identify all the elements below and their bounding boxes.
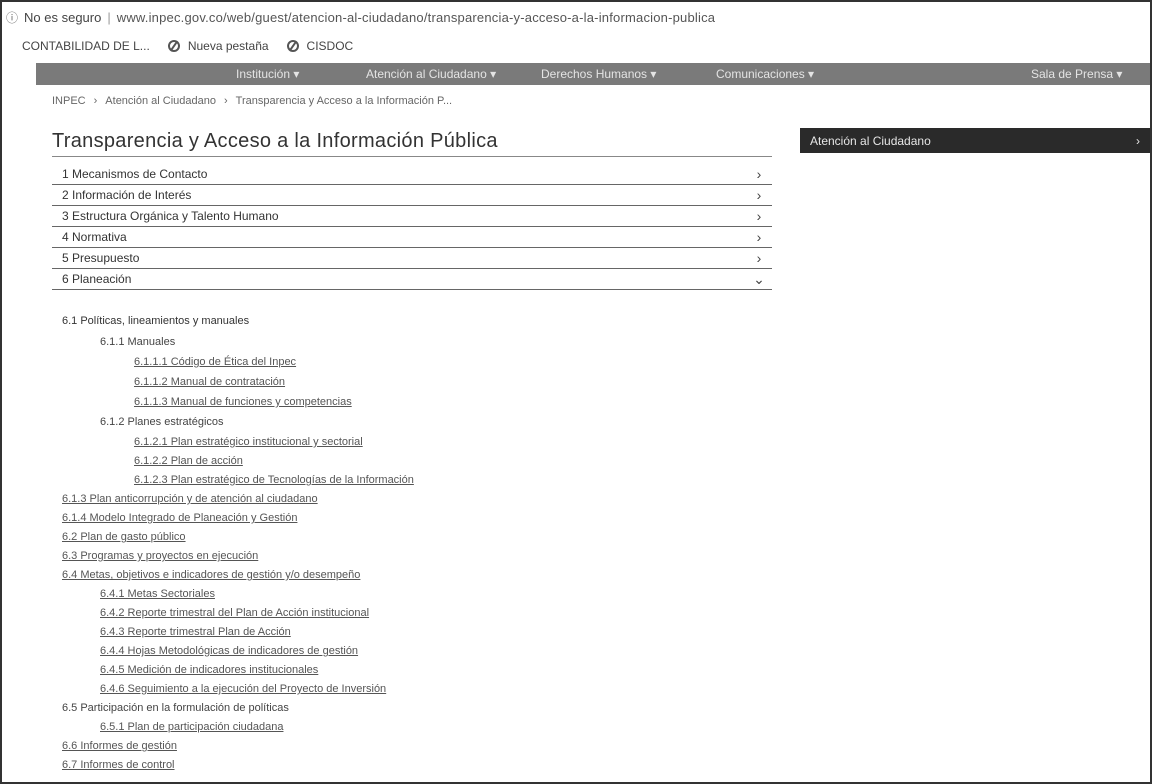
title-divider	[52, 156, 772, 157]
accordion-item-estructura[interactable]: 3 Estructura Orgánica y Talento Humano ›	[52, 206, 772, 227]
nav-item-comunicaciones[interactable]: Comunicaciones ▾	[716, 67, 814, 81]
accordion-label: 5 Presupuesto	[62, 251, 140, 265]
accordion-label: 4 Normativa	[62, 230, 127, 244]
tree-item[interactable]: 6.3 Programas y proyectos en ejecución	[62, 549, 258, 563]
breadcrumb-item[interactable]: INPEC	[52, 95, 86, 107]
accordion-item-presupuesto[interactable]: 5 Presupuesto ›	[52, 248, 772, 269]
accordion-item-planeacion[interactable]: 6 Planeación ⌄	[52, 269, 772, 290]
tree-item[interactable]: 6.5.1 Plan de participación ciudadana	[100, 720, 283, 734]
tree-item[interactable]: 6.1.3 Plan anticorrupción y de atención …	[62, 492, 318, 506]
info-icon[interactable]: ⓘ	[6, 9, 18, 26]
tree-item[interactable]: 6.1.2.3 Plan estratégico de Tecnologías …	[134, 473, 414, 487]
address-bar[interactable]: ⓘ No es seguro | www.inpec.gov.co/web/gu…	[4, 4, 1150, 30]
chevron-right-icon: ›	[756, 250, 762, 266]
chevron-right-icon: ›	[756, 208, 762, 224]
accordion-label: 6 Planeación	[62, 272, 132, 286]
accordion-item-informacion-interes[interactable]: 2 Información de Interés ›	[52, 185, 772, 206]
globe-icon	[167, 40, 180, 52]
nav-item-derechos-humanos[interactable]: Derechos Humanos ▾	[541, 67, 656, 81]
tree-item[interactable]: 6.1.1.2 Manual de contratación	[134, 375, 285, 389]
chevron-right-icon: ›	[756, 187, 762, 203]
accordion-label: 1 Mecanismos de Contacto	[62, 167, 208, 181]
tree-item[interactable]: 6.4.1 Metas Sectoriales	[100, 587, 215, 601]
accordion-item-mecanismos[interactable]: 1 Mecanismos de Contacto ›	[52, 164, 772, 185]
breadcrumb-separator: ›	[224, 95, 228, 107]
bookmark-nueva-pestana[interactable]: Nueva pestaña	[167, 39, 269, 53]
chevron-down-icon: ⌄	[753, 270, 765, 287]
tree-item[interactable]: 6.4.6 Seguimiento a la ejecución del Pro…	[100, 682, 386, 696]
breadcrumb-separator: ›	[93, 95, 98, 107]
sidebar-atencion-ciudadano[interactable]: Atención al Ciudadano ›	[800, 128, 1150, 153]
bookmark-label: CISDOC	[306, 39, 354, 53]
accordion-item-normativa[interactable]: 4 Normativa ›	[52, 227, 772, 248]
url-separator: |	[107, 9, 111, 25]
security-label: No es seguro	[24, 9, 102, 25]
tree-item[interactable]: 6.6 Informes de gestión	[62, 739, 177, 753]
bookmark-label: Nueva pestaña	[187, 39, 269, 53]
tree-item[interactable]: 6.1.1.3 Manual de funciones y competenci…	[134, 395, 352, 409]
chevron-right-icon: ›	[756, 166, 762, 182]
tree-item[interactable]: 6.5 Participación en la formulación de p…	[62, 701, 289, 715]
url-text[interactable]: www.inpec.gov.co/web/guest/atencion-al-c…	[117, 10, 715, 25]
sidebar-label: Atención al Ciudadano	[810, 133, 931, 148]
bookmarks-bar: CONTABILIDAD DE L... Nueva pestaña CISDO…	[4, 35, 704, 57]
tree-item[interactable]: 6.4.4 Hojas Metodológicas de indicadores…	[100, 644, 358, 658]
browser-window: ⓘ No es seguro | www.inpec.gov.co/web/gu…	[0, 0, 1152, 784]
accordion: 1 Mecanismos de Contacto › 2 Información…	[52, 164, 772, 290]
chevron-right-icon: ›	[1136, 133, 1140, 148]
tree-item[interactable]: 6.1.2.1 Plan estratégico institucional y…	[134, 435, 363, 449]
bookmark-label: CONTABILIDAD DE L...	[22, 39, 150, 53]
tree-item[interactable]: 6.4.2 Reporte trimestral del Plan de Acc…	[100, 606, 369, 620]
nav-item-institucion[interactable]: Institución ▾	[236, 67, 299, 81]
tree-item[interactable]: 6.2 Plan de gasto público	[62, 530, 186, 544]
breadcrumb-item[interactable]: Atención al Ciudadano	[105, 95, 216, 107]
bookmark-cisdoc[interactable]: CISDOC	[286, 39, 354, 53]
globe-icon	[286, 40, 299, 52]
tree-item[interactable]: 6.7 Informes de control	[62, 758, 175, 772]
tree-item[interactable]: 6.4.5 Medición de indicadores institucio…	[100, 663, 318, 677]
bookmark-contabilidad[interactable]: CONTABILIDAD DE L...	[22, 39, 150, 53]
tree-item[interactable]: 6.4.3 Reporte trimestral Plan de Acción	[100, 625, 291, 639]
tree-item[interactable]: 6.1.1.1 Código de Ética del Inpec	[134, 355, 296, 369]
tree-item[interactable]: 6.1.1 Manuales	[100, 335, 175, 349]
page-title: Transparencia y Acceso a la Información …	[52, 130, 498, 152]
chevron-right-icon: ›	[756, 229, 762, 245]
tree-item[interactable]: 6.1 Políticas, lineamientos y manuales	[62, 314, 249, 328]
tree-item[interactable]: 6.1.2.2 Plan de acción	[134, 454, 243, 468]
main-navigation: Institución ▾ Atención al Ciudadano ▾ De…	[36, 63, 1150, 85]
tree-item[interactable]: 6.1.4 Modelo Integrado de Planeación y G…	[62, 511, 297, 525]
accordion-label: 2 Información de Interés	[62, 188, 192, 202]
breadcrumb-item: Transparencia y Acceso a la Información …	[235, 95, 453, 107]
breadcrumb: INPEC › Atención al Ciudadano › Transpar…	[52, 95, 452, 107]
tree-item[interactable]: 6.4 Metas, objetivos e indicadores de ge…	[62, 568, 360, 582]
accordion-label: 3 Estructura Orgánica y Talento Humano	[62, 209, 279, 223]
tree-item[interactable]: 6.1.2 Planes estratégicos	[100, 415, 224, 429]
nav-item-sala-prensa[interactable]: Sala de Prensa ▾	[1031, 67, 1122, 81]
nav-item-atencion-ciudadano[interactable]: Atención al Ciudadano ▾	[366, 67, 496, 81]
